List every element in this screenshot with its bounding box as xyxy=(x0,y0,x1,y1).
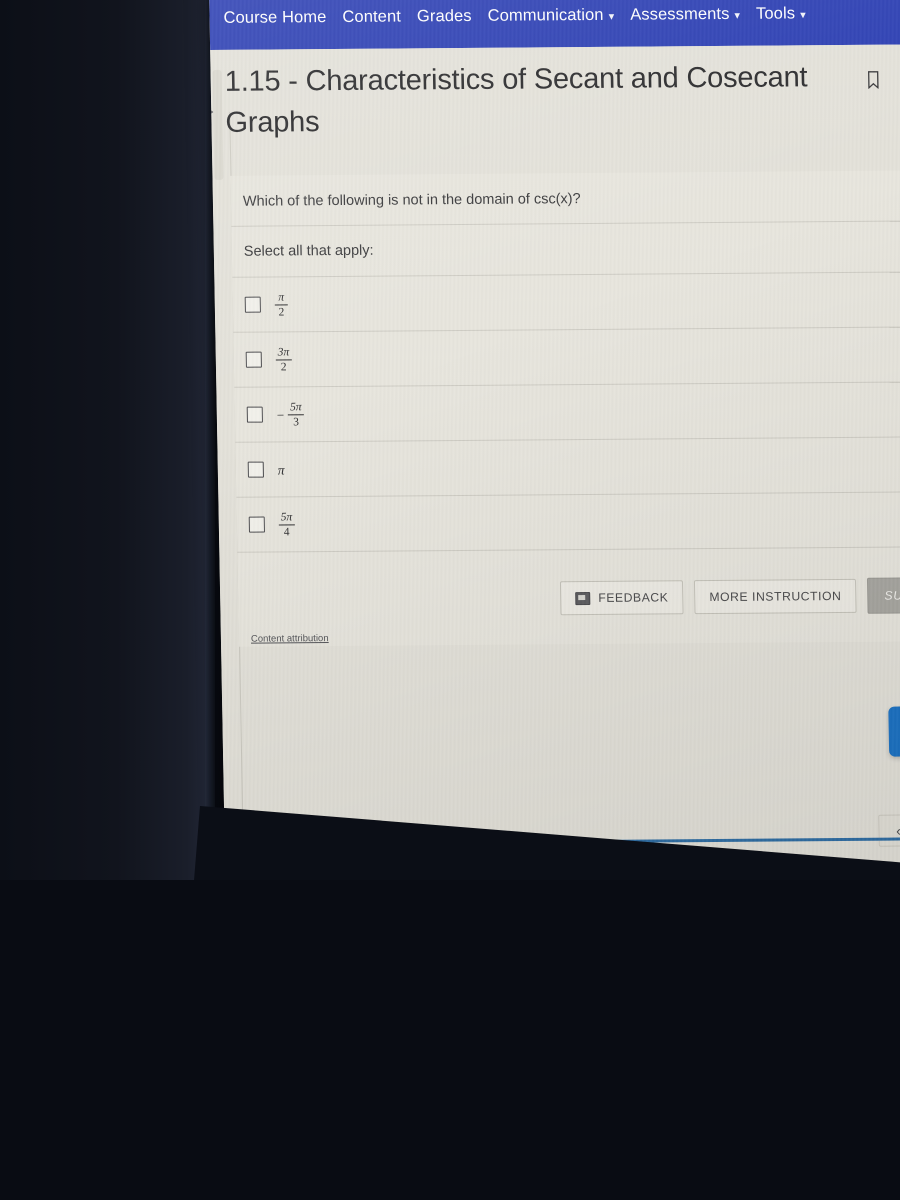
action-bar: FEEDBACK MORE INSTRUCTION SUBMIT xyxy=(237,548,900,629)
nav-label: Content xyxy=(342,6,402,26)
top-navigation-bar: Course Home Content Grades Communication… xyxy=(209,0,900,50)
fraction-numerator: 3π xyxy=(277,346,290,359)
nav-label: Communication xyxy=(487,5,604,25)
fraction-numerator: 5π xyxy=(289,400,302,414)
option-checkbox[interactable] xyxy=(244,296,261,314)
nav-item-tools[interactable]: Tools ▾ xyxy=(756,4,806,25)
fraction-denominator: 2 xyxy=(280,361,287,374)
collapse-handle[interactable] xyxy=(212,69,224,180)
nav-item-content[interactable]: Content xyxy=(342,7,401,28)
submit-button-label: SUBMIT xyxy=(884,588,900,603)
fraction: 3π 2 xyxy=(275,346,292,374)
bookmark-icon[interactable] xyxy=(867,71,881,90)
nav-item-grades[interactable]: Grades xyxy=(417,6,472,27)
option-checkbox[interactable] xyxy=(248,516,265,533)
option-checkbox[interactable] xyxy=(245,351,262,368)
pi-symbol: π xyxy=(277,461,285,477)
screenshot-root: Course Home Content Grades Communication… xyxy=(0,0,900,1200)
option-row[interactable]: − 5π 3 xyxy=(234,383,900,442)
desk-background xyxy=(0,880,900,1200)
fraction: π 2 xyxy=(274,291,288,319)
nav-item-assessments[interactable]: Assessments ▾ xyxy=(630,4,740,26)
fraction-denominator: 4 xyxy=(283,526,290,539)
question-prompt: Which of the following is not in the dom… xyxy=(242,191,581,210)
option-label: π xyxy=(277,461,285,477)
page-body: 1.15 - Characteristics of Secant and Cos… xyxy=(209,44,900,888)
minus-sign: − xyxy=(276,407,285,423)
option-checkbox[interactable] xyxy=(246,406,263,423)
option-label: π 2 xyxy=(274,291,288,319)
option-checkbox[interactable] xyxy=(247,461,264,478)
fraction: 5π 4 xyxy=(278,511,295,539)
page-title: 1.15 - Characteristics of Secant and Cos… xyxy=(224,61,808,140)
feedback-button-label: FEEDBACK xyxy=(598,590,669,606)
chevron-down-icon: ▾ xyxy=(608,10,615,23)
option-label: 5π 4 xyxy=(278,511,295,539)
nav-item-course-home[interactable]: Course Home xyxy=(223,8,326,30)
more-instruction-label: MORE INSTRUCTION xyxy=(709,589,842,605)
fraction-denominator: 3 xyxy=(293,416,300,429)
option-label: − 5π 3 xyxy=(277,401,304,428)
nav-item-communication[interactable]: Communication ▾ xyxy=(487,5,614,27)
nav-label: Assessments xyxy=(630,4,730,24)
option-row[interactable]: 5π 4 xyxy=(236,493,900,552)
feedback-button[interactable]: FEEDBACK xyxy=(559,580,684,616)
more-instruction-button[interactable]: MORE INSTRUCTION xyxy=(694,579,857,615)
option-row[interactable]: π xyxy=(235,438,900,497)
submit-button[interactable]: SUBMIT xyxy=(867,577,900,615)
option-row[interactable]: π 2 xyxy=(232,273,900,332)
nav-label: Course Home xyxy=(223,7,327,27)
nav-label: Grades xyxy=(416,6,472,25)
question-prompt-section: Which of the following is not in the dom… xyxy=(230,170,900,226)
nav-label: Tools xyxy=(755,3,796,23)
content-attribution-link[interactable]: Content attribution xyxy=(239,629,329,645)
chevron-down-icon: ▾ xyxy=(800,8,806,21)
bookmark-glyph xyxy=(867,71,879,90)
option-label: 3π 2 xyxy=(275,346,292,374)
select-all-instruction: Select all that apply: xyxy=(243,242,374,261)
monitor-screen: Course Home Content Grades Communication… xyxy=(209,0,900,888)
chevron-down-icon: ▾ xyxy=(734,9,741,22)
fraction-numerator: 5π xyxy=(280,511,293,524)
previous-button[interactable]: ‹ xyxy=(878,814,900,847)
chevron-left-icon: ‹ xyxy=(896,822,900,839)
option-row[interactable]: 3π 2 xyxy=(233,328,900,387)
feedback-icon xyxy=(575,591,591,605)
fraction: 5π 3 xyxy=(288,401,304,428)
chat-support-button[interactable] xyxy=(888,706,900,757)
fraction-numerator: π xyxy=(278,291,285,304)
question-card: Which of the following is not in the dom… xyxy=(230,170,900,648)
page-header: 1.15 - Characteristics of Secant and Cos… xyxy=(209,44,900,180)
fraction-denominator: 2 xyxy=(278,306,285,319)
